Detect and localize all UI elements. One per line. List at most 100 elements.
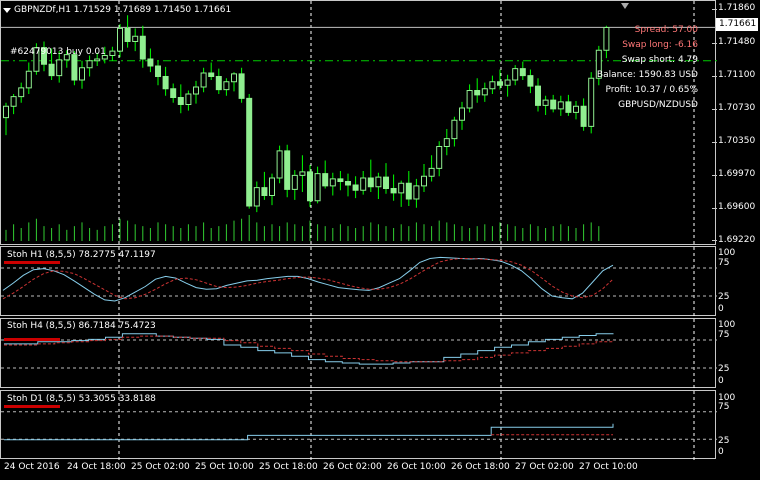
time-tick: 26 Oct 02:00 (323, 462, 382, 472)
candle-body (519, 68, 526, 77)
candle-body (588, 77, 595, 127)
candle-body (466, 90, 473, 109)
chart-menu-arrow-icon[interactable] (3, 8, 11, 13)
candle-body (291, 174, 298, 190)
candle-body (56, 59, 63, 77)
stoch-main-line (4, 423, 614, 441)
stoch-h1-color-bar (4, 261, 60, 264)
candle-body (405, 182, 412, 200)
stoch-scale: 75 (718, 330, 730, 340)
candle-body (25, 70, 32, 89)
stoch-d1-label: Stoh D1 (8,5,5) 53.3055 33.8188 (7, 394, 156, 404)
candle-body (276, 150, 283, 179)
candle-body (3, 105, 9, 119)
stoch-main-line (2, 256, 614, 302)
candle-body (246, 97, 253, 207)
candle-body (497, 81, 503, 86)
candle-body (550, 99, 557, 110)
candle-body (428, 167, 435, 177)
main-chart-panel[interactable] (0, 0, 717, 246)
stoch-scale: 0 (718, 376, 724, 386)
candle-body (10, 96, 17, 107)
stoch-scale: 0 (718, 304, 724, 314)
price-tick: 1.70730 (718, 103, 756, 113)
candle-body (565, 101, 572, 113)
candle-body (481, 88, 488, 96)
stoch-h4-color-bar (4, 338, 60, 341)
candle-body (489, 81, 496, 90)
price-tick: 1.70350 (718, 136, 756, 146)
candle-body (436, 146, 443, 169)
candle-body (367, 177, 374, 188)
price-tick: 1.69220 (718, 235, 756, 245)
candle-body (109, 50, 116, 56)
shift-marker-icon[interactable] (621, 3, 629, 9)
order-label[interactable]: #62479013 buy 0.01 (10, 47, 106, 58)
candle-body (573, 105, 579, 113)
candle-body (269, 177, 275, 196)
balance-text: Balance: 1590.83 USD (596, 70, 698, 80)
candle-body (200, 72, 207, 88)
candle-body (375, 176, 382, 188)
candle-body (474, 90, 481, 96)
pair-text: GBPUSD/NZDUSD (618, 100, 698, 110)
stoch-d1-color-bar (4, 405, 60, 408)
spread-text: Spread: 57.00 (634, 25, 698, 35)
candle-body (580, 105, 587, 127)
candle-body (504, 79, 511, 86)
candle-body (443, 138, 450, 147)
candle-body (215, 76, 222, 91)
chart-header: GBPNZDf,H1 1.71529 1.71689 1.71450 1.716… (14, 5, 232, 15)
candle-body (527, 75, 534, 87)
stoch-scale: 100 (718, 320, 736, 330)
candle-body (147, 58, 154, 67)
stoch-scale: 75 (718, 258, 730, 268)
candle-body (329, 178, 336, 187)
candlestick-chart[interactable] (1, 1, 717, 246)
candle-body (139, 35, 146, 60)
candle-body (512, 68, 519, 81)
stoch-h4-label: Stoh H4 (8,5,5) 86.7184 75.4723 (7, 321, 156, 331)
swap-long-text: Swap long: -6.16 (622, 40, 698, 50)
candle-body (314, 173, 321, 202)
time-tick: 24 Oct 18:00 (67, 462, 126, 472)
candle-body (117, 27, 123, 52)
time-tick: 26 Oct 10:00 (387, 462, 446, 472)
price-tick: 1.71860 (718, 3, 756, 13)
time-tick: 27 Oct 02:00 (515, 462, 574, 472)
price-tick: 1.69600 (718, 202, 756, 212)
candle-body (238, 73, 245, 99)
candle-body (390, 188, 397, 194)
candle-body (557, 101, 564, 110)
candle-body (322, 173, 329, 187)
candle-body (124, 27, 131, 42)
candle-body (413, 185, 420, 200)
candle-body (223, 81, 230, 91)
candle-body (421, 175, 427, 187)
candle-body (284, 150, 291, 190)
candle-body (208, 72, 215, 77)
candle-body (261, 187, 268, 196)
candle-body (155, 65, 161, 77)
price-tick: 1.71100 (718, 70, 756, 80)
time-tick: 27 Oct 10:00 (579, 462, 638, 472)
stoch-scale: 100 (718, 248, 736, 258)
candle-body (360, 177, 367, 191)
candle-body (162, 76, 169, 90)
candle-body (177, 97, 184, 105)
candle-body (231, 73, 237, 83)
profit-text: Profit: 10.37 / 0.65% (605, 85, 698, 95)
candle-body (170, 88, 177, 98)
stoch-scale: 25 (718, 436, 730, 446)
candle-body (459, 107, 465, 121)
candle-body (337, 178, 344, 182)
candle-body (193, 86, 199, 95)
candle-body (307, 171, 313, 202)
time-tick: 26 Oct 18:00 (451, 462, 510, 472)
candle-body (451, 119, 458, 140)
candle-body (535, 85, 541, 106)
time-tick: 25 Oct 10:00 (195, 462, 254, 472)
stoch-scale: 0 (718, 447, 724, 457)
stoch-main-line (4, 333, 614, 365)
price-tick: 1.69970 (718, 169, 756, 179)
